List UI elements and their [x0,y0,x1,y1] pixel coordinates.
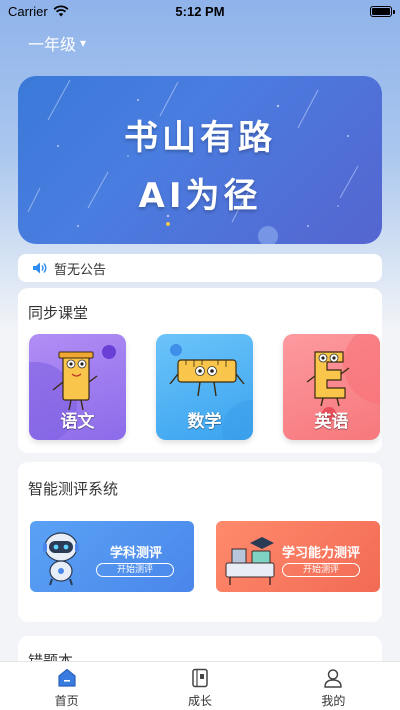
sync-classroom-title: 同步课堂 [28,304,89,322]
profile-icon [324,669,343,688]
subject-evaluation-button[interactable]: 学科测评 开始测评 [30,521,194,592]
subject-english-label: 英语 [314,412,349,432]
banner-title-line1: 书山有路 [124,118,276,158]
subject-evaluation-label: 学科测评 [110,546,163,561]
subject-english[interactable]: 英语 [283,334,380,440]
tab-profile[interactable]: 我的 [267,662,400,710]
tab-home-label: 首页 [54,694,79,708]
battery-icon [370,5,395,17]
subject-math[interactable]: 数学 [156,334,253,440]
robot-icon [43,532,79,586]
home-icon [58,668,76,687]
smart-evaluation-title: 智能测评系统 [28,480,119,498]
tab-growth-label: 成长 [187,694,212,708]
subject-chinese[interactable]: 语文 [29,334,126,440]
banner-background-art [27,79,359,244]
status-bar: Carrier 5:12 PM [0,0,400,22]
sync-classroom-card: 同步课堂 语文 数学 英语 [18,288,382,453]
grade-selector[interactable]: 一年级 ▾ [28,31,86,55]
bottom-tab-bar: 首页 成长 我的 [0,661,400,710]
tab-profile-label: 我的 [321,694,346,708]
learning-ability-evaluation-start[interactable]: 开始测评 [282,563,360,577]
tab-home[interactable]: 首页 [0,662,133,710]
growth-icon [192,668,208,688]
hero-banner[interactable]: 书山有路 AI为径 [18,76,382,244]
carrier-label: Carrier [8,3,48,19]
learning-ability-evaluation-button[interactable]: 学习能力测评 开始测评 [216,521,380,592]
study-desk-icon [225,537,275,585]
announcement-bar[interactable]: 暂无公告 [18,254,382,282]
tab-growth[interactable]: 成长 [133,662,266,710]
learning-ability-evaluation-label: 学习能力测评 [282,546,361,561]
grade-label: 一年级 [28,35,77,54]
chevron-down-icon: ▾ [80,36,87,50]
smart-evaluation-card: 智能测评系统 学科测评 开始测评 学习能力测评 开始测评 [18,462,382,622]
speaker-icon [33,262,47,274]
banner-title-line2: AI为径 [138,176,262,216]
announcement-text: 暂无公告 [54,262,107,278]
subject-math-label: 数学 [187,412,222,432]
wifi-icon [53,5,69,17]
subject-chinese-label: 语文 [60,412,95,432]
subject-evaluation-start[interactable]: 开始测评 [96,563,174,577]
